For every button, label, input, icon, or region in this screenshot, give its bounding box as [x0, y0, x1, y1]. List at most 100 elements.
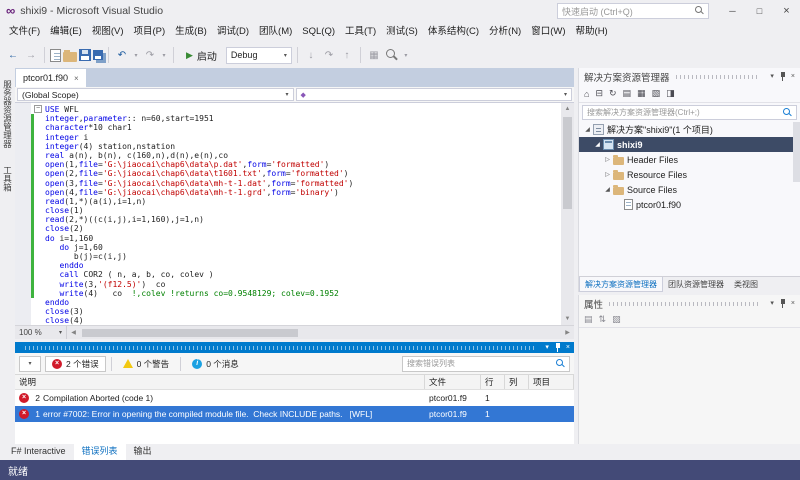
chevron-expanded-icon[interactable]: ◢ — [593, 141, 602, 148]
editor-vertical-scrollbar[interactable]: ▲ ▼ — [561, 103, 574, 325]
scrollbar-thumb[interactable] — [82, 329, 298, 337]
chevron-expanded-icon[interactable]: ◢ — [603, 186, 612, 193]
menu-item[interactable]: 分析(N) — [484, 22, 526, 42]
panel-tab[interactable]: 类视图 — [729, 277, 763, 292]
bottom-tab[interactable]: F# Interactive — [3, 444, 74, 460]
solution-search-input[interactable]: 搜索解决方案资源管理器(Ctrl+;) — [582, 105, 797, 120]
window-position-icon[interactable]: ▾ — [545, 342, 549, 353]
close-button[interactable]: × — [773, 0, 800, 22]
open-file-icon[interactable] — [63, 52, 77, 62]
close-icon[interactable]: × — [791, 71, 795, 82]
minimize-button[interactable]: ─ — [719, 0, 746, 22]
column-header-column[interactable]: 列 — [505, 375, 529, 389]
menu-item[interactable]: 项目(P) — [128, 22, 170, 42]
close-icon[interactable]: × — [791, 298, 795, 309]
bottom-tab[interactable]: 错误列表 — [74, 444, 126, 460]
column-header-project[interactable]: 项目 — [529, 375, 574, 389]
error-row[interactable]: ×1error #7002: Error in opening the comp… — [15, 406, 574, 422]
new-file-icon[interactable] — [50, 49, 61, 62]
tree-item[interactable]: ptcor01.f90 — [579, 197, 800, 212]
sidebar-vertical-tab[interactable]: 工具箱 — [1, 160, 15, 198]
editor-horizontal-scrollbar[interactable] — [80, 326, 561, 340]
menu-item[interactable]: 生成(B) — [170, 22, 212, 42]
quick-launch-input[interactable]: 快速启动 (Ctrl+Q) — [557, 3, 709, 19]
panel-tab[interactable]: 团队资源管理器 — [663, 277, 729, 292]
menu-item[interactable]: 团队(M) — [254, 22, 297, 42]
column-header-file[interactable]: 文件 — [425, 375, 481, 389]
bottom-tab[interactable]: 输出 — [126, 444, 160, 460]
chevron-expanded-icon[interactable]: ◢ — [583, 126, 592, 133]
save-icon[interactable] — [79, 49, 91, 61]
collapse-all-icon[interactable]: ⊟ — [595, 88, 603, 99]
close-icon[interactable]: × — [566, 342, 570, 353]
window-position-icon[interactable]: ▾ — [770, 298, 774, 309]
column-header-line[interactable]: 行 — [481, 375, 505, 389]
chevron-collapsed-icon[interactable]: ▷ — [603, 156, 612, 163]
chevron-collapsed-icon[interactable]: ▷ — [603, 171, 612, 178]
debug-config-select[interactable]: Debug▾ — [226, 47, 292, 64]
properties-titlebar[interactable]: 属性 ▾ × — [579, 295, 800, 312]
scope-dropdown[interactable]: (Global Scope) ▾ — [17, 88, 294, 101]
build-icon[interactable]: ▦ — [366, 47, 382, 63]
panel-tab[interactable]: 解决方案资源管理器 — [579, 277, 663, 292]
save-all-icon[interactable] — [93, 50, 103, 60]
document-tab[interactable]: ptcor01.f90 × — [16, 69, 86, 87]
errors-filter-button[interactable]: ×2 个错误 — [45, 356, 106, 372]
undo-icon[interactable]: ↶ — [114, 47, 130, 63]
tree-scrollbar[interactable] — [793, 122, 800, 182]
error-row[interactable]: ×2Compilation Aborted (code 1)ptcor01.f9… — [15, 390, 574, 406]
menu-item[interactable]: SQL(Q) — [297, 22, 340, 42]
toolbar-options-icon[interactable]: ▾ — [402, 47, 410, 63]
pin-icon[interactable] — [779, 299, 787, 308]
step-out-icon[interactable]: ↑ — [339, 47, 355, 63]
redo-icon[interactable]: ↷ — [142, 47, 158, 63]
find-icon[interactable] — [384, 47, 400, 63]
messages-filter-button[interactable]: i0 个消息 — [186, 356, 245, 372]
pin-icon[interactable] — [779, 72, 787, 81]
tab-close-icon[interactable]: × — [74, 74, 79, 83]
menu-item[interactable]: 工具(T) — [340, 22, 381, 42]
menu-item[interactable]: 窗口(W) — [526, 22, 570, 42]
maximize-button[interactable]: □ — [746, 0, 773, 22]
member-dropdown[interactable]: ◆ ▾ — [296, 88, 573, 101]
step-over-icon[interactable]: ↷ — [321, 47, 337, 63]
menu-item[interactable]: 调试(D) — [212, 22, 254, 42]
scrollbar-thumb[interactable] — [563, 117, 572, 209]
sidebar-vertical-tab[interactable]: 服务器资源管理器 — [1, 74, 15, 154]
alphabetical-icon[interactable]: ⇅ — [599, 314, 607, 325]
tree-item[interactable]: ▷Header Files — [579, 152, 800, 167]
warnings-filter-button[interactable]: 0 个警告 — [117, 356, 176, 372]
menu-item[interactable]: 编辑(E) — [45, 22, 87, 42]
view-code-icon[interactable]: ▤ — [623, 88, 632, 99]
menu-item[interactable]: 体系结构(C) — [423, 22, 484, 42]
solution-explorer-titlebar[interactable]: 解决方案资源管理器 ▾ × — [579, 68, 800, 85]
code-editor[interactable]: − USE WFLinteger,parameter:: n=60,start=… — [15, 103, 574, 325]
tree-item[interactable]: ▷Resource Files — [579, 167, 800, 182]
undo-dropdown-icon[interactable]: ▾ — [132, 47, 140, 63]
properties-icon[interactable]: ▦ — [637, 88, 646, 99]
preview-selected-icon[interactable]: ◨ — [666, 88, 675, 99]
menu-item[interactable]: 帮助(H) — [571, 22, 613, 42]
scroll-down-icon[interactable]: ▼ — [561, 313, 574, 325]
column-header-description[interactable]: 说明 — [15, 375, 425, 389]
error-list-titlebar[interactable]: ▾ × — [15, 342, 574, 353]
show-all-files-icon[interactable]: ▧ — [652, 88, 661, 99]
tree-item[interactable]: ◢解决方案"shixi9"(1 个项目) — [579, 122, 800, 137]
categorized-icon[interactable]: ▤ — [584, 314, 593, 325]
filter-dropdown[interactable]: ▾ — [19, 356, 41, 372]
window-position-icon[interactable]: ▾ — [770, 71, 774, 82]
scroll-left-icon[interactable]: ◀ — [67, 327, 80, 339]
menu-item[interactable]: 视图(V) — [87, 22, 129, 42]
pin-icon[interactable] — [554, 343, 562, 352]
menu-item[interactable]: 测试(S) — [381, 22, 423, 42]
home-icon[interactable]: ⌂ — [584, 89, 589, 99]
menu-item[interactable]: 文件(F) — [4, 22, 45, 42]
scroll-right-icon[interactable]: ▶ — [561, 327, 574, 339]
start-debug-button[interactable]: ▶启动 — [179, 45, 224, 65]
tree-item[interactable]: ◢Source Files — [579, 182, 800, 197]
forward-icon[interactable]: → — [23, 47, 39, 63]
error-search-input[interactable]: 搜索错误列表 — [402, 356, 570, 372]
step-into-icon[interactable]: ↓ — [303, 47, 319, 63]
property-pages-icon[interactable]: ▧ — [612, 314, 621, 325]
redo-dropdown-icon[interactable]: ▾ — [160, 47, 168, 63]
